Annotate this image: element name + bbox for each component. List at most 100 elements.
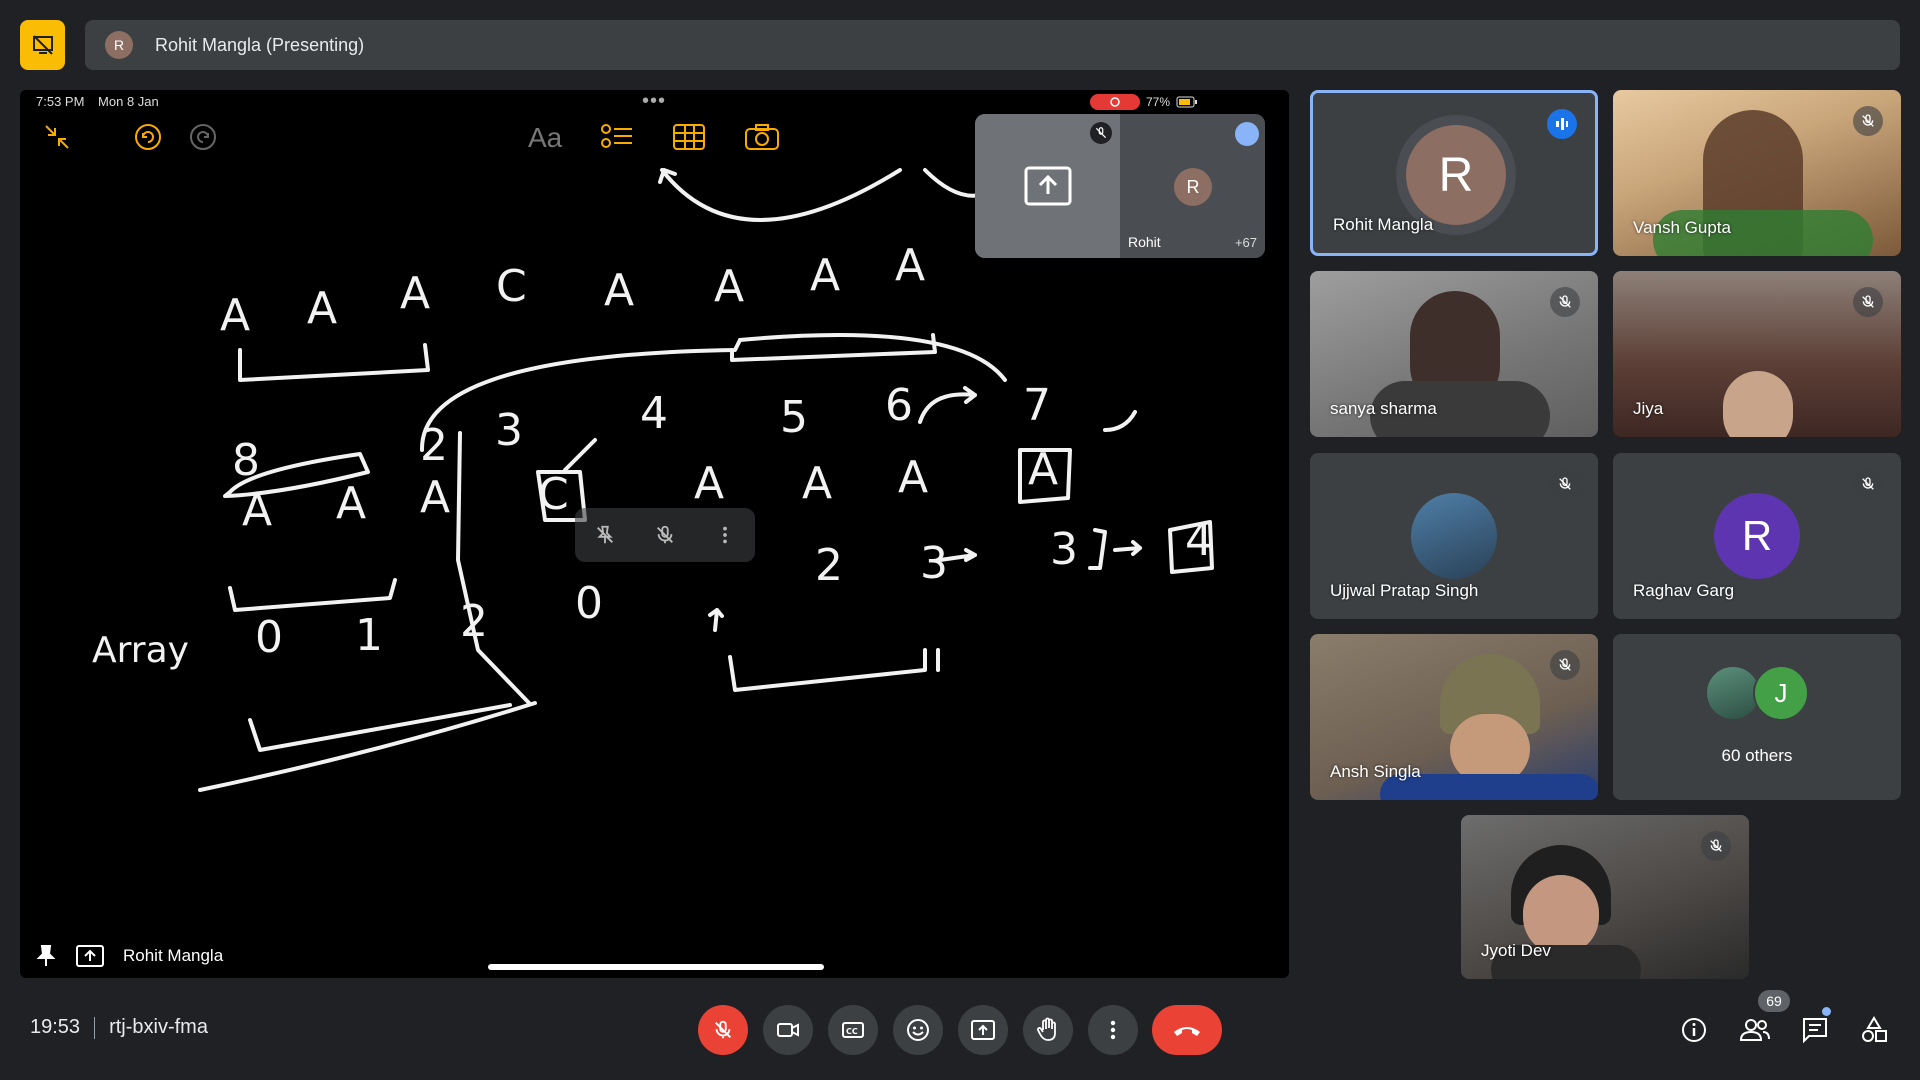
reactions-button[interactable] [893,1005,943,1055]
floating-media-controls [575,508,755,562]
participant-tile-ujjwal-pratap-singh[interactable]: Ujjwal Pratap Singh [1310,453,1598,619]
participant-count-badge: 69 [1758,990,1790,1012]
participant-name: Raghav Garg [1633,581,1735,600]
emoji-icon [907,1019,929,1041]
participant-name: Jyoti Dev [1481,941,1551,960]
more-options-button[interactable] [1088,1005,1138,1055]
stop-presenting-toggle[interactable] [20,20,65,70]
svg-text:A: A [400,268,430,319]
svg-text:5: 5 [780,392,808,443]
present-now-button[interactable] [958,1005,1008,1055]
svg-text:A: A [898,452,928,503]
mic-off-icon [1701,831,1731,861]
svg-text:3: 3 [1050,524,1078,575]
svg-text:1: 1 [355,610,383,661]
participant-avatar [1411,493,1497,579]
svg-text:A: A [895,240,925,291]
participant-tile-sanya-sharma[interactable]: sanya sharma [1310,271,1598,437]
svg-text:0: 0 [255,612,283,663]
others-avatar-2: J [1753,665,1809,721]
camera-toggle-button[interactable] [763,1005,813,1055]
svg-text:C: C [496,261,527,312]
people-button[interactable] [1737,1012,1773,1048]
participant-tile-rohit-mangla[interactable]: R Rohit Mangla [1310,90,1598,256]
activities-button[interactable] [1856,1012,1892,1048]
info-icon [1682,1018,1706,1042]
participant-name: Jiya [1633,399,1664,418]
svg-text:A: A [604,265,634,316]
mic-off-icon [1853,287,1883,317]
stage-footer: Rohit Mangla [35,944,223,968]
svg-text:3: 3 [920,538,948,589]
svg-text:2: 2 [420,420,448,471]
svg-text:A: A [336,478,366,529]
svg-text:2: 2 [815,540,843,591]
participant-name: Rohit Mangla [1333,215,1434,234]
present-screen-icon [971,1020,995,1040]
chat-button[interactable] [1797,1012,1833,1048]
more-vert-icon [723,526,727,544]
participant-tile-raghav-garg[interactable]: R Raghav Garg [1613,453,1901,619]
mini-name: Rohit [1128,234,1161,250]
present-screen-icon [1024,166,1071,206]
mic-off-icon [1550,650,1580,680]
pin-icon [597,525,613,544]
videocam-icon [777,1023,799,1037]
participant-name: Vansh Gupta [1633,218,1731,237]
svg-text:0: 0 [575,578,603,629]
others-count: 60 others [1721,746,1793,765]
svg-text:A: A [220,290,250,341]
svg-text:A: A [307,283,337,334]
participant-tile-jyoti-dev[interactable]: Jyoti Dev [1461,815,1749,979]
mini-speaking-icon [1235,122,1259,146]
shared-screen: 7:53 PM Mon 8 Jan ••• 77% Aa AAAC AAAA A… [20,90,1289,978]
pin-icon[interactable] [35,944,57,968]
participant-avatar: R [1406,125,1506,225]
present-screen-icon [76,945,104,967]
leave-call-button[interactable] [1152,1005,1222,1055]
clock-time: 19:53 [30,1016,81,1038]
svg-text:A: A [714,261,744,312]
svg-text:A: A [810,250,840,301]
participant-tile-ansh-singla[interactable]: Ansh Singla [1310,634,1598,800]
more-vert-icon [1110,1020,1116,1040]
call-end-icon [1174,1027,1200,1036]
presenter-avatar: R [105,31,133,59]
mini-mic-off-icon [1090,122,1112,144]
svg-text:A: A [694,458,724,509]
participant-name: sanya sharma [1330,399,1437,418]
participant-tile-jiya[interactable]: Jiya [1613,271,1901,437]
mini-present-tile [975,114,1120,258]
mic-off-icon [657,525,673,544]
svg-text:CC: CC [846,1027,858,1036]
people-icon [1739,1019,1770,1041]
mic-off-icon [1550,469,1580,499]
participant-tile-others[interactable]: J 60 others [1613,634,1901,800]
mic-off-icon [1853,106,1883,136]
ipad-home-indicator [488,964,824,970]
speaking-icon [1547,109,1577,139]
mic-off-icon [1853,469,1883,499]
participant-name: Ujjwal Pratap Singh [1330,581,1479,600]
raise-hand-button[interactable] [1023,1005,1073,1055]
participant-avatar: R [1714,493,1800,579]
svg-text:3: 3 [495,405,523,456]
participant-name: Ansh Singla [1330,762,1421,781]
participant-tile-vansh-gupta[interactable]: Vansh Gupta [1613,90,1901,256]
meeting-code: rtj-bxiv-fma [109,1016,208,1038]
mini-self-preview: R Rohit +67 [975,114,1265,258]
stage-presenter-name: Rohit Mangla [123,946,224,965]
mic-toggle-button[interactable] [698,1005,748,1055]
svg-text:A: A [802,458,832,509]
mic-off-icon [1550,287,1580,317]
meeting-details-button[interactable] [1676,1012,1712,1048]
mini-presenter-tile: R Rohit +67 [1120,114,1265,258]
mini-avatar: R [1174,168,1212,206]
presenting-banner: R Rohit Mangla (Presenting) [85,20,1900,70]
closed-captions-icon: CC [842,1022,864,1038]
svg-text:6: 6 [885,380,913,431]
presenting-title: Rohit Mangla (Presenting) [155,34,365,55]
svg-text:4: 4 [640,388,668,439]
captions-button[interactable]: CC [828,1005,878,1055]
mic-off-icon [715,1020,731,1039]
